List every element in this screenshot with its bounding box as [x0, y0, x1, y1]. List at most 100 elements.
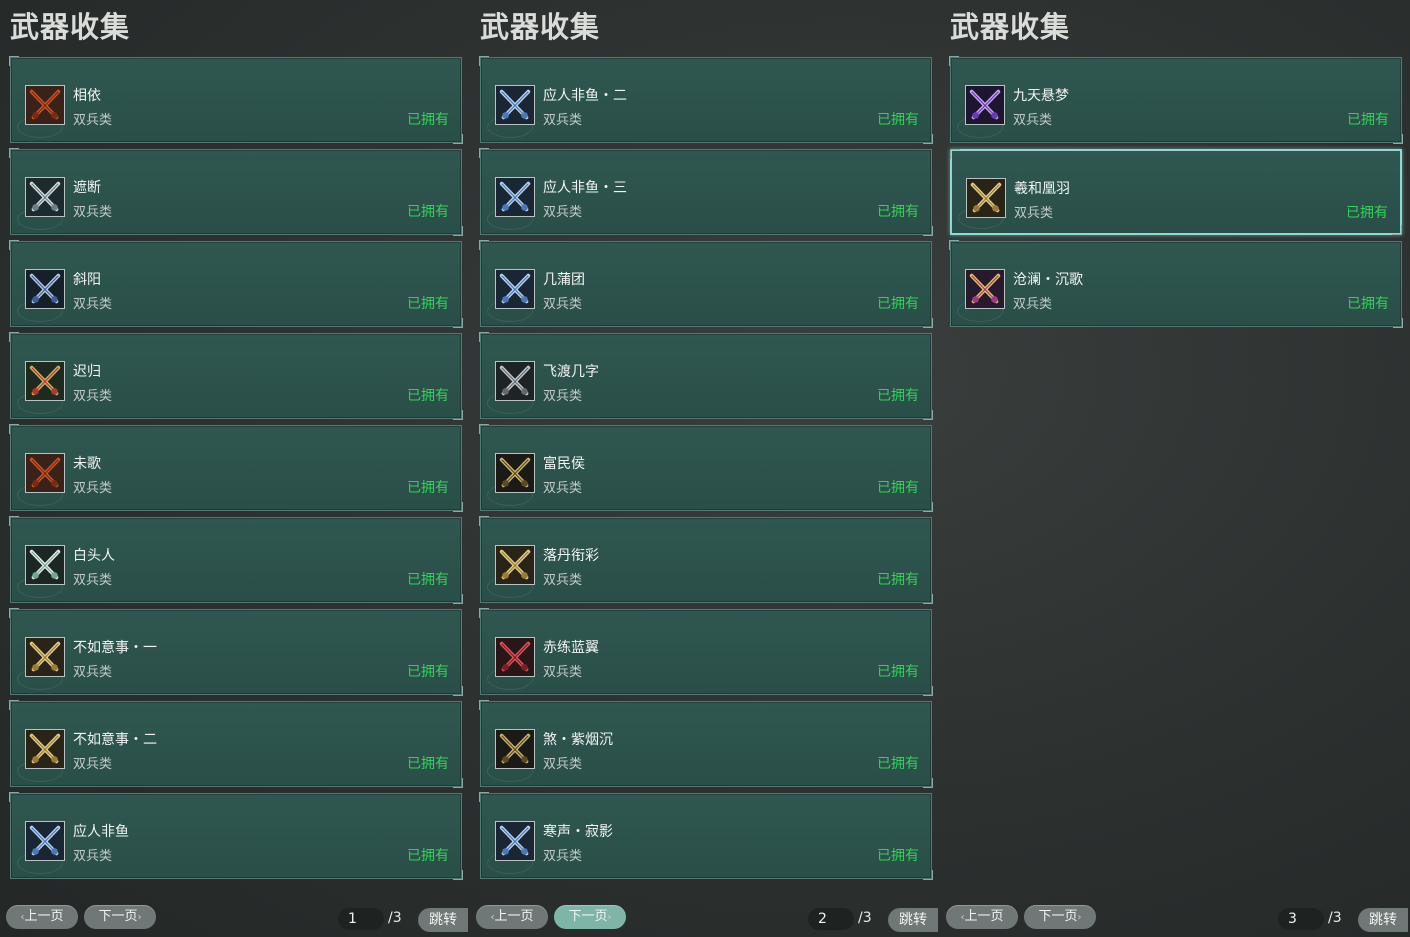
- twin-swords-white-icon: [25, 545, 65, 585]
- weapon-type: 双兵类: [543, 481, 583, 496]
- weapon-list: 应人非鱼・二 双兵类 已拥有 应人非鱼・三 双兵类 已拥有 几蒲团 双兵类 已拥有 飞渡几字…: [479, 56, 940, 885]
- jump-button[interactable]: 跳转: [1358, 908, 1408, 932]
- twin-chakram-silver-icon: [25, 177, 65, 217]
- weapon-card[interactable]: 不如意事・二 双兵类 已拥有: [9, 700, 463, 788]
- owned-status: 已拥有: [877, 204, 919, 220]
- weapon-card[interactable]: 富民侯双兵类 已拥有: [479, 424, 933, 512]
- twin-swords-gold-icon: [966, 178, 1006, 218]
- weapon-name: 几蒲团: [543, 272, 585, 288]
- owned-status: 已拥有: [877, 112, 919, 128]
- weapon-type: 双兵类: [1014, 206, 1054, 221]
- weapon-name: 不如意事・一: [73, 640, 157, 656]
- weapon-type: 双兵类: [543, 757, 583, 772]
- page-number-input[interactable]: 3: [1278, 908, 1324, 930]
- panel-title: 武器收集: [10, 10, 131, 44]
- page-total: /3: [388, 910, 402, 926]
- owned-status: 已拥有: [877, 664, 919, 680]
- collection-panel: 武器收集 九天悬梦 双兵类 已拥有 羲和凰羽 双兵类 已拥有 沧澜・沉歌 双兵类 已拥有 ‹上…: [946, 0, 1410, 937]
- weapon-name: 富民侯: [543, 456, 585, 472]
- weapon-name: 应人非鱼・二: [543, 88, 627, 104]
- jump-button[interactable]: 跳转: [418, 908, 468, 932]
- owned-status: 已拥有: [1347, 296, 1389, 312]
- weapon-type: 双兵类: [73, 849, 113, 864]
- page-number-input[interactable]: 1: [338, 908, 384, 930]
- weapon-type: 双兵类: [1013, 297, 1053, 312]
- weapon-card[interactable]: 应人非鱼・三 双兵类 已拥有: [479, 148, 933, 236]
- jump-button[interactable]: 跳转: [888, 908, 938, 932]
- weapon-name: 应人非鱼・三: [543, 180, 627, 196]
- owned-status: 已拥有: [877, 388, 919, 404]
- weapon-type: 双兵类: [1013, 113, 1053, 128]
- weapon-name: 相依: [73, 88, 101, 104]
- owned-status: 已拥有: [407, 572, 449, 588]
- weapon-name: 沧澜・沉歌: [1013, 272, 1083, 288]
- weapon-card[interactable]: 羲和凰羽 双兵类 已拥有: [950, 149, 1402, 235]
- weapon-type: 双兵类: [73, 113, 113, 128]
- weapon-type: 双兵类: [543, 665, 583, 680]
- weapon-name: 赤练蓝翼: [543, 640, 599, 656]
- prev-page-button[interactable]: ‹上一页: [6, 905, 78, 929]
- twin-axes-red-icon: [25, 453, 65, 493]
- next-page-button[interactable]: 下一页›: [554, 905, 626, 929]
- weapon-card[interactable]: 几蒲团双兵类 已拥有: [479, 240, 933, 328]
- weapon-card[interactable]: 应人非鱼・二 双兵类 已拥有: [479, 56, 933, 144]
- twin-swords-steel-icon: [495, 361, 535, 401]
- weapon-card[interactable]: 相依双兵类 已拥有: [9, 56, 463, 144]
- weapon-type: 双兵类: [543, 297, 583, 312]
- page-number-input[interactable]: 2: [808, 908, 854, 930]
- weapon-name: 寒声・寂影: [543, 824, 613, 840]
- weapon-type: 双兵类: [73, 573, 113, 588]
- twin-swords-blue-icon: [25, 821, 65, 861]
- weapon-name: 飞渡几字: [543, 364, 599, 380]
- twin-swords-purple-icon: [965, 85, 1005, 125]
- prev-page-label: 上一页: [494, 909, 534, 924]
- weapon-type: 双兵类: [543, 205, 583, 220]
- weapon-name: 斜阳: [73, 272, 101, 288]
- weapon-name: 应人非鱼: [73, 824, 129, 840]
- panel-title: 武器收集: [480, 10, 601, 44]
- weapon-card[interactable]: 遮断 双兵类 已拥有: [9, 148, 463, 236]
- weapon-card[interactable]: 白头人 双兵类 已拥有: [9, 516, 463, 604]
- owned-status: 已拥有: [877, 296, 919, 312]
- weapon-name: 遮断: [73, 180, 101, 196]
- next-page-label: 下一页: [1038, 909, 1078, 924]
- weapon-card[interactable]: 不如意事・一 双兵类 已拥有: [9, 608, 463, 696]
- collection-panel: 武器收集 相依 双兵类 已拥有 遮断 双兵类 已拥有 斜阳 双兵类 已拥有 迟归 双兵类 已拥有: [6, 0, 470, 937]
- weapon-card[interactable]: 寒声・寂影 双兵类 已拥有: [479, 792, 933, 880]
- next-page-button[interactable]: 下一页›: [84, 905, 156, 929]
- weapon-card[interactable]: 未歌 双兵类 已拥有: [9, 424, 463, 512]
- chevron-right-icon: ›: [137, 912, 142, 923]
- prev-page-button[interactable]: ‹上一页: [476, 905, 548, 929]
- weapon-type: 双兵类: [73, 665, 113, 680]
- weapon-card[interactable]: 斜阳 双兵类 已拥有: [9, 240, 463, 328]
- weapon-type: 双兵类: [73, 757, 113, 772]
- weapon-card[interactable]: 迟归 双兵类 已拥有: [9, 332, 463, 420]
- weapon-card[interactable]: 九天悬梦 双兵类 已拥有: [949, 56, 1403, 144]
- weapon-card[interactable]: 应人非鱼 双兵类 已拥有: [9, 792, 463, 880]
- weapon-card[interactable]: 煞・紫烟沉 双兵类 已拥有: [479, 700, 933, 788]
- prev-page-button[interactable]: ‹上一页: [946, 905, 1018, 929]
- owned-status: 已拥有: [407, 756, 449, 772]
- weapon-card[interactable]: 落丹衔彩 双兵类 已拥有: [479, 516, 933, 604]
- weapon-type: 双兵类: [543, 389, 583, 404]
- owned-status: 已拥有: [877, 480, 919, 496]
- owned-status: 已拥有: [407, 480, 449, 496]
- prev-page-label: 上一页: [964, 909, 1004, 924]
- weapon-type: 双兵类: [73, 297, 113, 312]
- owned-status: 已拥有: [407, 664, 449, 680]
- twin-swords-gold-icon: [495, 545, 535, 585]
- owned-status: 已拥有: [877, 756, 919, 772]
- next-page-button[interactable]: 下一页›: [1024, 905, 1096, 929]
- pagination-bar: ‹上一页 下一页› 3/3 跳转: [946, 905, 1408, 932]
- weapon-type: 双兵类: [73, 481, 113, 496]
- weapon-list: 相依 双兵类 已拥有 遮断 双兵类 已拥有 斜阳 双兵类 已拥有 迟归 双兵类 已拥有 未歌 双兵…: [9, 56, 470, 885]
- twin-blade-blue-icon: [25, 269, 65, 309]
- owned-status: 已拥有: [407, 112, 449, 128]
- weapon-card[interactable]: 沧澜・沉歌双兵类 已拥有: [949, 240, 1403, 328]
- weapon-card[interactable]: 飞渡几字双兵类 已拥有: [479, 332, 933, 420]
- twin-swords-gold-icon: [25, 729, 65, 769]
- weapon-card[interactable]: 赤练蓝翼双兵类 已拥有: [479, 608, 933, 696]
- owned-status: 已拥有: [407, 204, 449, 220]
- owned-status: 已拥有: [1347, 112, 1389, 128]
- chevron-right-icon: ›: [1077, 912, 1082, 923]
